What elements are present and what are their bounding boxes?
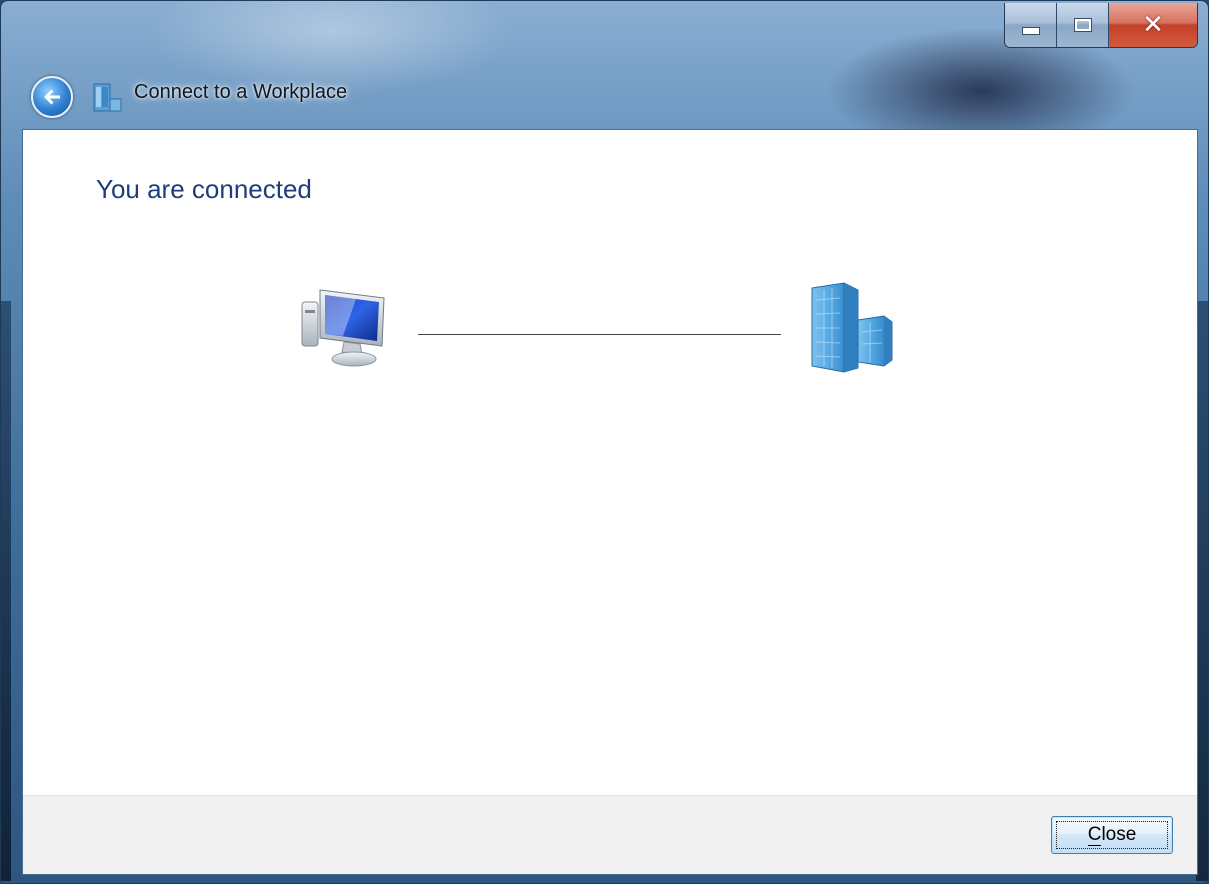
page-heading: You are connected	[96, 174, 312, 204]
dialog-footer: Close	[23, 795, 1197, 874]
back-arrow-icon	[44, 89, 60, 105]
computer-icon	[301, 289, 385, 367]
workplace-app-icon	[93, 83, 122, 112]
minimize-icon	[1021, 27, 1040, 35]
dialog-content: You are connected Close	[22, 129, 1198, 875]
close-button[interactable]: Close	[1051, 816, 1173, 854]
connection-line	[418, 334, 781, 335]
close-icon: ✕	[1142, 10, 1164, 40]
back-button[interactable]	[31, 76, 73, 118]
maximize-button[interactable]	[1057, 3, 1109, 47]
minimize-button[interactable]	[1005, 3, 1057, 47]
dialog-window: ✕ Connect to a Workplace You are connect…	[0, 0, 1209, 884]
workplace-network-icon	[811, 282, 893, 373]
close-label-rest: lose	[1101, 824, 1137, 845]
window-close-button[interactable]: ✕	[1109, 3, 1197, 47]
window-title: Connect to a Workplace	[134, 81, 348, 103]
maximize-icon	[1073, 18, 1092, 32]
caption-buttons: ✕	[1004, 3, 1198, 48]
close-button-label: Close	[1087, 824, 1137, 846]
close-accesskey: C	[1087, 824, 1102, 846]
